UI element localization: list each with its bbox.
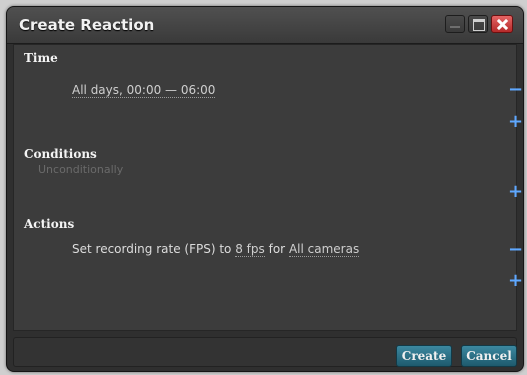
dialog-title: Create Reaction xyxy=(19,16,155,34)
add-condition-button[interactable]: + xyxy=(508,183,523,201)
add-time-button[interactable]: + xyxy=(508,113,523,131)
actions-section-title: Actions xyxy=(24,217,75,231)
conditions-section-title: Conditions xyxy=(24,147,97,161)
action-middle: for xyxy=(268,242,286,256)
time-range-link[interactable]: All days, 00:00 — 06:00 xyxy=(72,83,216,98)
maximize-button[interactable] xyxy=(468,15,488,33)
cancel-button[interactable]: Cancel xyxy=(461,345,517,367)
create-button[interactable]: Create xyxy=(396,345,452,367)
remove-time-button[interactable]: − xyxy=(508,81,523,99)
close-button[interactable] xyxy=(491,15,513,33)
reaction-content-panel: Time All days, 00:00 — 06:00 − + Conditi… xyxy=(13,44,523,331)
add-action-button[interactable]: + xyxy=(508,272,523,290)
title-bar[interactable]: Create Reaction xyxy=(7,7,523,44)
remove-action-button[interactable]: − xyxy=(508,241,523,259)
minimize-button[interactable] xyxy=(445,15,465,33)
create-reaction-dialog: Create Reaction Time All days, 00:00 — 0… xyxy=(6,6,524,372)
conditions-value: Unconditionally xyxy=(38,163,124,176)
action-prefix: Set recording rate (FPS) to xyxy=(72,242,232,256)
fps-link[interactable]: 8 fps xyxy=(235,242,265,257)
time-section-title: Time xyxy=(24,51,58,65)
cameras-link[interactable]: All cameras xyxy=(288,242,360,257)
time-row: All days, 00:00 — 06:00 xyxy=(72,83,216,98)
action-row: Set recording rate (FPS) to 8 fps for Al… xyxy=(72,242,360,257)
